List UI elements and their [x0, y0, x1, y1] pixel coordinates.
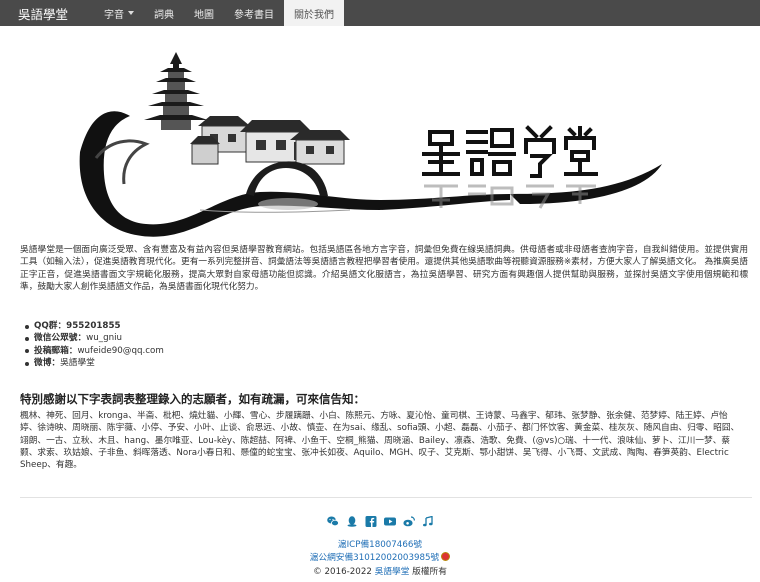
icp-link[interactable]: 滬ICP備18007466號 — [338, 540, 422, 550]
logo-calligraphy — [422, 125, 598, 178]
volunteer-names: 楓林、神死、回月、kronga、半斋、枇杷、燒灶貓、小輝、雪心、步履蹒跚、小白、… — [20, 411, 740, 471]
bridge-icon — [246, 161, 328, 196]
nav-item-about[interactable]: 關於我們 — [284, 0, 345, 26]
contact-value: 吳語學堂 — [60, 358, 95, 369]
facebook-icon[interactable] — [365, 516, 377, 527]
copyright-suffix: 版權所有 — [409, 567, 447, 577]
contact-label: 微博： — [34, 358, 61, 369]
contact-value: 955201855 — [66, 321, 121, 331]
nav-item-zi-yin[interactable]: 字音 — [94, 0, 144, 26]
nav-item-bibliography[interactable]: 參考書目 — [224, 0, 284, 26]
intro-paragraph: 吳語學堂是一個面向廣泛受眾、含有豐富及有益內容但吳語學習教育網站。包括吳語區各地… — [20, 245, 748, 292]
youtube-icon[interactable] — [383, 516, 396, 527]
contact-qq: QQ群：955201855 — [25, 320, 164, 332]
contact-label: 投稿郵箱： — [34, 345, 78, 356]
police-badge-icon — [441, 552, 451, 561]
contact-list: QQ群：955201855 微信公眾號：wu_gniu 投稿郵箱：wufeide… — [25, 320, 164, 370]
contact-label: QQ群： — [34, 321, 67, 331]
social-links — [0, 516, 760, 527]
contact-weibo: 微博：吳語學堂 — [25, 357, 164, 369]
houses-icon — [190, 116, 350, 165]
copyright-line: © 2016-2022 吳語學堂 版權所有 — [0, 564, 760, 577]
copyright-prefix: © 2016-2022 — [313, 567, 375, 577]
footer-divider — [20, 497, 752, 498]
music-icon[interactable] — [422, 516, 434, 527]
nav-item-label: 詞典 — [154, 9, 175, 21]
police-line: 滬公網安備31012002003985號 — [0, 550, 760, 563]
contact-wechat: 微信公眾號：wu_gniu — [25, 332, 164, 344]
nav-item-dictionary[interactable]: 詞典 — [144, 0, 184, 26]
nav-item-label: 字音 — [104, 9, 125, 21]
qq-icon[interactable] — [346, 516, 358, 527]
nav-item-label: 參考書目 — [234, 9, 275, 21]
weibo-icon[interactable] — [402, 516, 415, 527]
copyright-site-link[interactable]: 吳語學堂 — [375, 567, 410, 577]
contact-email: 投稿郵箱：wufeide90@qq.com — [25, 345, 164, 357]
pagoda-icon — [144, 52, 208, 130]
contact-value: wu_gniu — [86, 333, 123, 344]
banner-artwork — [50, 44, 690, 240]
chevron-down-icon — [128, 11, 135, 15]
contact-value: wufeide90@qq.com — [77, 345, 164, 356]
banner-ink-painting — [79, 52, 662, 237]
top-navbar: 吳語學堂 字音 詞典 地圖 參考書目 關於我們 — [0, 0, 760, 26]
police-record-link[interactable]: 滬公網安備31012002003985號 — [310, 553, 440, 563]
contact-label: 微信公眾號： — [34, 333, 87, 344]
icp-line: 滬ICP備18007466號 — [0, 537, 760, 550]
thanks-heading: 特別感謝以下字表詞表整理錄入的志願者，如有疏漏，可來信告知： — [20, 392, 365, 406]
wechat-icon[interactable] — [326, 516, 339, 527]
nav-item-label: 地圖 — [194, 9, 215, 21]
brand-link[interactable]: 吳語學堂 — [0, 0, 94, 26]
nav-item-label: 關於我們 — [294, 9, 335, 21]
nav-item-map[interactable]: 地圖 — [184, 0, 224, 26]
